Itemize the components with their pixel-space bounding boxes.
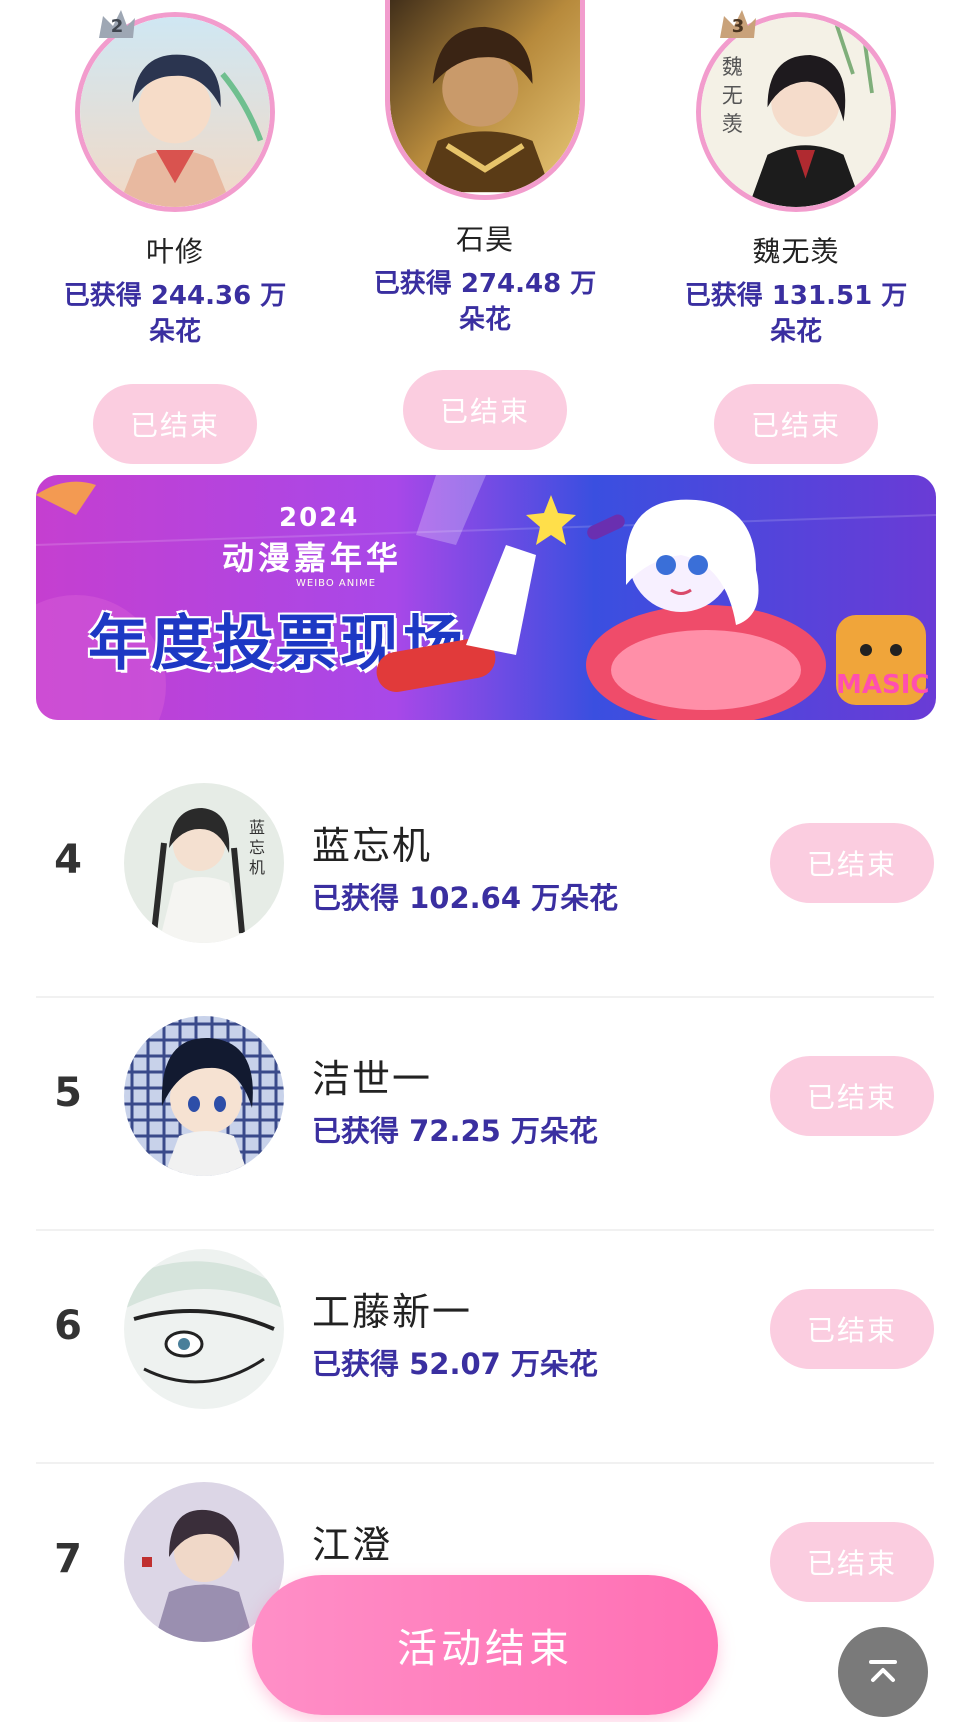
- character-portrait-image: [124, 1249, 284, 1409]
- ended-button[interactable]: 已结束: [403, 370, 567, 450]
- event-banner[interactable]: 2024 动漫嘉年华 WEIBO ANIME 年度投票现场 MASIC: [36, 475, 936, 720]
- avatar[interactable]: 蓝 忘 机: [124, 783, 284, 943]
- ended-button[interactable]: 已结束: [770, 1522, 934, 1602]
- ended-button[interactable]: 已结束: [770, 823, 934, 903]
- rank-number: 6: [54, 1303, 82, 1349]
- rank-badge-second: 2: [95, 8, 139, 48]
- list-item: 4 蓝 忘 机 蓝忘机 已获得 102.64 万朵花 已结束: [0, 765, 970, 998]
- mascot-text: MASIC: [836, 670, 929, 700]
- avatar[interactable]: [385, 0, 585, 200]
- event-ended-button[interactable]: 活动结束: [252, 1575, 718, 1715]
- flower-count: 已获得 102.64 万朵花: [312, 881, 619, 915]
- svg-text:忘: 忘: [249, 838, 265, 857]
- rank-number: 4: [54, 837, 82, 883]
- arrow-up-to-top-icon: [869, 1660, 897, 1682]
- svg-text:无: 无: [722, 84, 743, 108]
- list-item: 5 洁世一 已获得 72.25 万朵花 已结束: [0, 998, 970, 1231]
- back-to-top-button[interactable]: [838, 1627, 928, 1717]
- podium-third: 魏 无 羡 3 魏无羡 已获得 131.51 万朵花 已结束: [666, 10, 926, 464]
- podium-second: 2 叶修 已获得 244.36 万朵花 已结束: [45, 10, 305, 464]
- podium-score: 已获得 131.51 万朵花: [684, 281, 908, 347]
- rank-number: 3: [731, 16, 745, 37]
- avatar[interactable]: [124, 1249, 284, 1409]
- podium-name: 石昊: [455, 223, 514, 256]
- podium-score: 已获得 244.36 万朵花: [63, 281, 287, 347]
- ended-button[interactable]: 已结束: [770, 1289, 934, 1369]
- ranking-list: 4 蓝 忘 机 蓝忘机 已获得 102.64 万朵花 已结束 5 洁世一 已获得…: [0, 765, 970, 1697]
- podium-top-three: 2 叶修 已获得 244.36 万朵花 已结束 石昊 已获得 274.48 万朵…: [0, 0, 970, 470]
- banner-mini-text: WEIBO ANIME: [296, 578, 377, 589]
- svg-text:机: 机: [249, 858, 265, 877]
- podium-name: 叶修: [145, 235, 204, 268]
- ended-button[interactable]: 已结束: [770, 1056, 934, 1136]
- ended-button[interactable]: 已结束: [714, 384, 878, 464]
- rank-number: 5: [54, 1070, 82, 1116]
- podium-first: 石昊 已获得 274.48 万朵花 已结束: [355, 0, 615, 450]
- banner-subtitle: 动漫嘉年华: [222, 539, 403, 577]
- podium-score: 已获得 274.48 万朵花: [373, 269, 597, 335]
- rank-number: 7: [54, 1536, 82, 1582]
- ended-button[interactable]: 已结束: [93, 384, 257, 464]
- character-name: 洁世一: [312, 1057, 433, 1101]
- avatar[interactable]: [124, 1016, 284, 1176]
- rank-number: 2: [110, 16, 124, 37]
- flower-count: 已获得 72.25 万朵花: [312, 1114, 598, 1148]
- podium-name: 魏无羡: [752, 235, 840, 268]
- svg-text:羡: 羡: [722, 112, 743, 136]
- character-portrait-image: [390, 0, 580, 193]
- flower-count: 已获得 52.07 万朵花: [312, 1347, 598, 1381]
- list-item: 6 工藤新一 已获得 52.07 万朵花 已结束: [0, 1231, 970, 1464]
- svg-text:魏: 魏: [722, 55, 743, 79]
- character-portrait-image: 蓝 忘 机: [124, 783, 284, 943]
- character-name: 江澄: [312, 1523, 393, 1567]
- character-name: 工藤新一: [312, 1290, 473, 1334]
- character-name: 蓝忘机: [312, 824, 433, 868]
- character-portrait-image: [124, 1016, 284, 1176]
- svg-text:蓝: 蓝: [249, 818, 265, 837]
- banner-year: 2024: [279, 503, 360, 533]
- rank-badge-third: 3: [716, 8, 760, 48]
- mascot-illustration: MASIC: [376, 475, 929, 720]
